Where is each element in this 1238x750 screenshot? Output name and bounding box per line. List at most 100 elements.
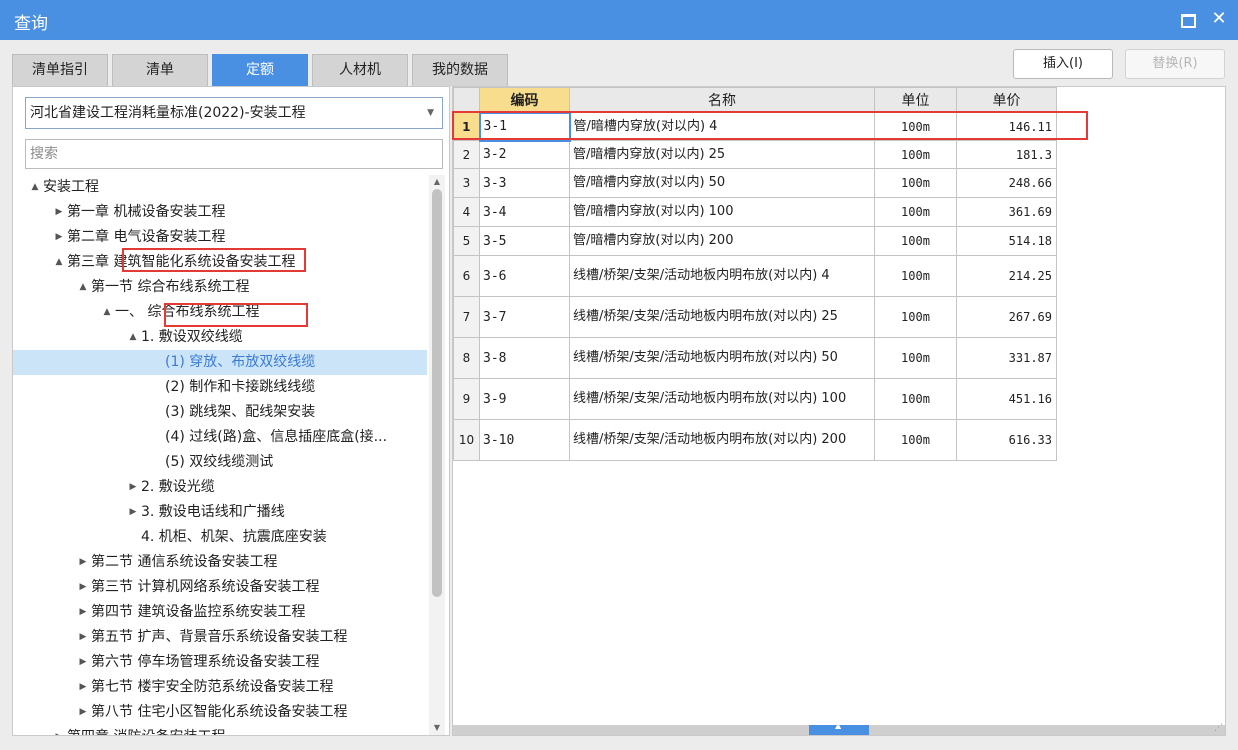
code-cell[interactable]: 3-7 (479, 296, 570, 338)
search-input[interactable] (25, 139, 443, 169)
expanded-arrow-icon[interactable]: ▲ (101, 300, 113, 325)
collapsed-arrow-icon[interactable]: ▶ (77, 700, 89, 725)
price-cell[interactable]: 451.16 (956, 378, 1057, 420)
name-cell[interactable]: 线槽/桥架/支架/活动地板内明布放(对以内) 4 (569, 255, 875, 297)
unit-cell[interactable]: 100m (874, 337, 957, 379)
table-row[interactable]: 6 3-6 线槽/桥架/支架/活动地板内明布放(对以内) 4 100m 214.25 (453, 255, 1057, 297)
code-cell[interactable]: 3-1 (478, 111, 571, 142)
collapsed-arrow-icon[interactable]: ▶ (77, 650, 89, 675)
row-number[interactable]: 3 (453, 168, 480, 198)
unit-cell[interactable]: 100m (874, 226, 957, 256)
collapsed-arrow-icon[interactable]: ▶ (53, 225, 65, 250)
unit-cell[interactable]: 100m (874, 112, 957, 141)
expanded-arrow-icon[interactable]: ▲ (53, 250, 65, 275)
collapsed-arrow-icon[interactable]: ▶ (77, 575, 89, 600)
row-number[interactable]: 8 (453, 337, 480, 379)
splitter-grip[interactable]: ▲ (809, 721, 869, 735)
column-header-unit[interactable]: 单位 (874, 87, 957, 113)
table-row[interactable]: 7 3-7 线槽/桥架/支架/活动地板内明布放(对以内) 25 100m 267.69 (453, 296, 1057, 338)
code-cell[interactable]: 3-5 (479, 226, 570, 256)
tab-bill[interactable]: 清单 (112, 54, 208, 86)
insert-button[interactable]: 插入(I) (1013, 49, 1113, 79)
row-number[interactable]: 4 (453, 197, 480, 227)
collapsed-arrow-icon[interactable]: ▶ (53, 725, 65, 735)
tab-bill-guide[interactable]: 清单指引 (12, 54, 108, 86)
name-cell[interactable]: 管/暗槽内穿放(对以内) 4 (569, 112, 875, 141)
name-cell[interactable]: 线槽/桥架/支架/活动地板内明布放(对以内) 50 (569, 337, 875, 379)
table-row[interactable]: 9 3-9 线槽/桥架/支架/活动地板内明布放(对以内) 100 100m 451.16 (453, 378, 1057, 420)
row-number[interactable]: 1 (453, 112, 480, 141)
code-cell[interactable]: 3-9 (479, 378, 570, 420)
price-cell[interactable]: 331.87 (956, 337, 1057, 379)
row-number[interactable]: 2 (453, 140, 480, 169)
unit-cell[interactable]: 100m (874, 378, 957, 420)
column-header-price[interactable]: 单价 (956, 87, 1057, 113)
name-cell[interactable]: 线槽/桥架/支架/活动地板内明布放(对以内) 25 (569, 296, 875, 338)
price-cell[interactable]: 181.3 (956, 140, 1057, 169)
tree-scrollbar-thumb[interactable] (432, 189, 442, 597)
unit-cell[interactable]: 100m (874, 168, 957, 198)
table-row[interactable]: 4 3-4 管/暗槽内穿放(对以内) 100 100m 361.69 (453, 197, 1057, 227)
column-header-name[interactable]: 名称 (569, 87, 875, 113)
unit-cell[interactable]: 100m (874, 140, 957, 169)
row-number[interactable]: 10 (453, 419, 480, 461)
row-number[interactable]: 6 (453, 255, 480, 297)
collapsed-arrow-icon[interactable]: ▶ (53, 200, 65, 225)
name-cell[interactable]: 管/暗槽内穿放(对以内) 200 (569, 226, 875, 256)
name-cell[interactable]: 管/暗槽内穿放(对以内) 100 (569, 197, 875, 227)
table-row[interactable]: 3 3-3 管/暗槽内穿放(对以内) 50 100m 248.66 (453, 168, 1057, 198)
table-row[interactable]: 1 3-1 管/暗槽内穿放(对以内) 4 100m 146.11 (453, 111, 1057, 142)
table-row[interactable]: 8 3-8 线槽/桥架/支架/活动地板内明布放(对以内) 50 100m 331.87 (453, 337, 1057, 379)
tree-scrollbar[interactable]: ▲ ▼ (429, 175, 445, 735)
library-select[interactable]: 河北省建设工程消耗量标准(2022)-安装工程 ▼ (25, 97, 443, 129)
code-cell[interactable]: 3-4 (479, 197, 570, 227)
price-cell[interactable]: 146.11 (956, 112, 1057, 141)
unit-cell[interactable]: 100m (874, 296, 957, 338)
expanded-arrow-icon[interactable]: ▲ (77, 275, 89, 300)
collapsed-arrow-icon[interactable]: ▶ (77, 625, 89, 650)
price-cell[interactable]: 214.25 (956, 255, 1057, 297)
replace-button[interactable]: 替换(R) (1125, 49, 1225, 79)
table-row[interactable]: 10 3-10 线槽/桥架/支架/活动地板内明布放(对以内) 200 100m 616.… (453, 419, 1057, 461)
unit-cell[interactable]: 100m (874, 419, 957, 461)
code-cell[interactable]: 3-3 (479, 168, 570, 198)
horizontal-scrollbar[interactable]: ▲ (453, 721, 1225, 735)
collapsed-arrow-icon[interactable]: ▶ (77, 550, 89, 575)
expanded-arrow-icon[interactable]: ▲ (29, 175, 41, 200)
scroll-down-icon[interactable]: ▼ (429, 721, 445, 735)
table-row[interactable]: 2 3-2 管/暗槽内穿放(对以内) 25 100m 181.3 (453, 140, 1057, 169)
price-cell[interactable]: 267.69 (956, 296, 1057, 338)
tab-labor-material-machine[interactable]: 人材机 (312, 54, 408, 86)
price-cell[interactable]: 248.66 (956, 168, 1057, 198)
collapsed-arrow-icon[interactable]: ▶ (127, 475, 139, 500)
name-cell[interactable]: 管/暗槽内穿放(对以内) 25 (569, 140, 875, 169)
code-cell[interactable]: 3-6 (479, 255, 570, 297)
tab-my-data[interactable]: 我的数据 (412, 54, 508, 86)
tree-item[interactable]: (1) 穿放、布放双绞线缆 (13, 350, 427, 375)
price-cell[interactable]: 616.33 (956, 419, 1057, 461)
collapsed-arrow-icon[interactable]: ▶ (127, 500, 139, 525)
name-cell[interactable]: 管/暗槽内穿放(对以内) 50 (569, 168, 875, 198)
scroll-up-icon[interactable]: ▲ (429, 175, 445, 189)
code-cell[interactable]: 3-10 (479, 419, 570, 461)
unit-cell[interactable]: 100m (874, 255, 957, 297)
expanded-arrow-icon[interactable]: ▲ (127, 325, 139, 350)
maximize-icon[interactable] (1176, 8, 1198, 30)
code-cell[interactable]: 3-8 (479, 337, 570, 379)
resize-grip-icon[interactable]: ⋰ (1214, 723, 1223, 733)
name-cell[interactable]: 线槽/桥架/支架/活动地板内明布放(对以内) 100 (569, 378, 875, 420)
price-cell[interactable]: 514.18 (956, 226, 1057, 256)
price-cell[interactable]: 361.69 (956, 197, 1057, 227)
close-icon[interactable]: ✕ (1208, 8, 1230, 30)
name-cell[interactable]: 线槽/桥架/支架/活动地板内明布放(对以内) 200 (569, 419, 875, 461)
row-number[interactable]: 9 (453, 378, 480, 420)
code-cell[interactable]: 3-2 (479, 140, 570, 169)
row-number[interactable]: 7 (453, 296, 480, 338)
row-number[interactable]: 5 (453, 226, 480, 256)
unit-cell[interactable]: 100m (874, 197, 957, 227)
collapsed-arrow-icon[interactable]: ▶ (77, 675, 89, 700)
collapsed-arrow-icon[interactable]: ▶ (77, 600, 89, 625)
column-header-code[interactable]: 编码 (479, 87, 570, 113)
tab-quota[interactable]: 定额 (212, 54, 308, 86)
table-row[interactable]: 5 3-5 管/暗槽内穿放(对以内) 200 100m 514.18 (453, 226, 1057, 256)
